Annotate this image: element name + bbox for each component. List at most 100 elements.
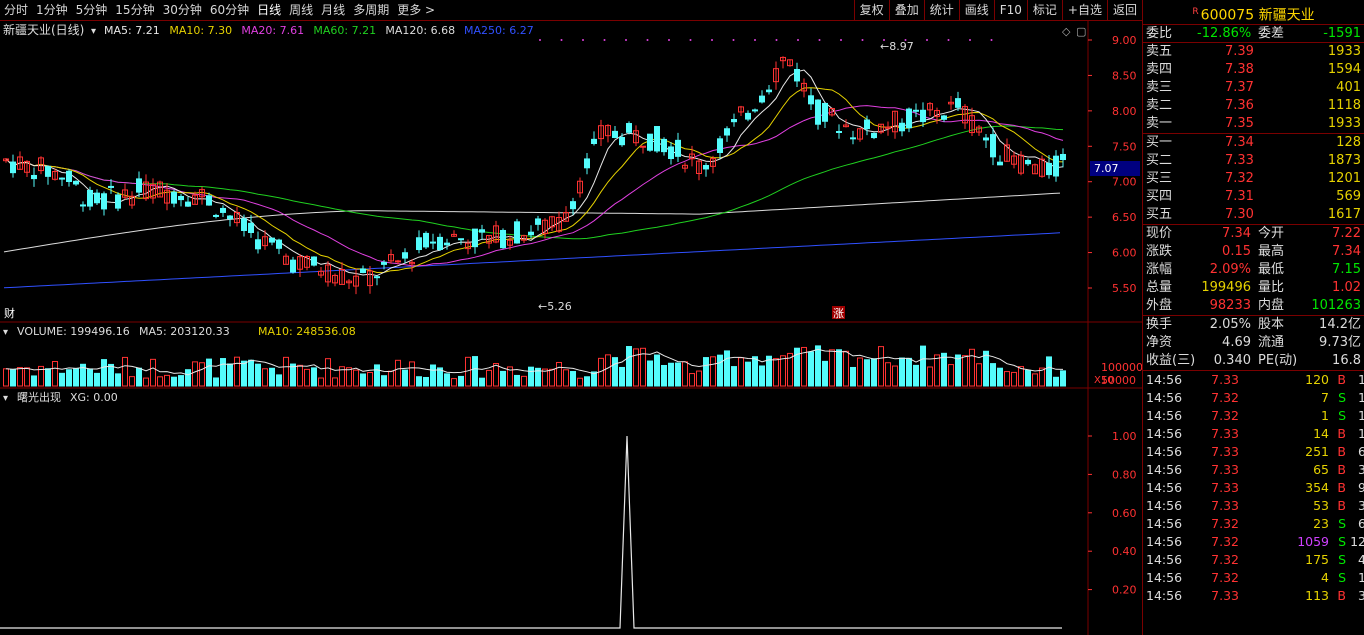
trade-side: B	[1337, 444, 1346, 459]
stock-header: R 600075 新疆天业	[1143, 0, 1364, 25]
volume-bar	[444, 373, 450, 387]
trade-row: 14:56 7.33 65 B3	[1143, 461, 1364, 479]
order-label: 卖二	[1146, 98, 1173, 113]
volume-bar	[430, 364, 436, 387]
candle-body	[752, 109, 758, 112]
period-tab-6[interactable]: 日线	[253, 0, 285, 21]
candle-body	[101, 193, 107, 210]
candle-body	[444, 242, 450, 246]
trade-time: 14:56	[1146, 498, 1183, 513]
volume-bar	[129, 376, 135, 387]
volume-bar	[703, 357, 709, 387]
fundamental-stats: 换手 2.05% 股本 14.2亿 净资 4.69 流通 9.73亿 收益(三) 0.340 PE(…	[1143, 316, 1364, 371]
period-tab-8[interactable]: 月线	[317, 0, 349, 21]
volume-bar	[423, 376, 429, 387]
volume-bar	[24, 367, 30, 387]
toolbar-button-5[interactable]: 标记	[1026, 0, 1062, 21]
volume-bar	[563, 369, 569, 387]
trade-time: 14:56	[1146, 372, 1183, 387]
toolbar-button-0[interactable]: 复权	[853, 0, 889, 21]
price-stats: 现价 7.34 今开 7.22 涨跌 0.15 最高 7.34 涨幅 2.09% 最低 7.15 总量 1…	[1143, 225, 1364, 316]
stat-value: 1.02	[1332, 280, 1361, 295]
period-tab-3[interactable]: 15分钟	[111, 0, 158, 21]
weibi-row: 委比 -12.86% 委差 -1591	[1143, 25, 1364, 43]
candle-body	[381, 261, 387, 265]
chevron-down-icon: ▾	[91, 26, 96, 37]
candle-body	[514, 221, 520, 244]
trade-price: 7.32	[1211, 534, 1239, 549]
stat-label: 最低	[1258, 262, 1285, 277]
volume-bar	[528, 366, 534, 387]
period-tab-7[interactable]: 周线	[285, 0, 317, 21]
stat-value: 7.15	[1332, 262, 1361, 277]
volume-bar	[1004, 371, 1010, 387]
order-price: 7.34	[1225, 135, 1254, 150]
candle-body	[759, 95, 765, 103]
order-label: 买一	[1146, 135, 1173, 150]
stat-label: 涨幅	[1146, 262, 1173, 277]
toolbar-button-4[interactable]: F10	[993, 0, 1027, 21]
period-tab-4[interactable]: 30分钟	[159, 0, 206, 21]
candle-body	[815, 99, 821, 125]
volume-bar	[1032, 373, 1038, 387]
volume-bar	[556, 361, 562, 387]
signal-dot	[926, 39, 928, 41]
candle-body	[276, 239, 282, 249]
trade-price: 7.33	[1211, 498, 1239, 513]
volume-bar	[1011, 371, 1017, 387]
volume-bar	[304, 368, 310, 387]
volume-bar	[262, 368, 268, 387]
volume-bar	[311, 367, 317, 387]
period-tab-1[interactable]: 1分钟	[32, 0, 72, 21]
candle-body	[269, 237, 275, 243]
price-tick-label: 7.00	[1112, 176, 1137, 189]
candle-body	[612, 130, 618, 138]
volume-bar	[682, 361, 688, 387]
period-tab-10[interactable]: 更多 >	[393, 0, 439, 21]
volume-bar	[906, 357, 912, 387]
toolbar-button-7[interactable]: 返回	[1106, 0, 1142, 21]
trade-time: 14:56	[1146, 426, 1183, 441]
price-tick-label: 8.00	[1112, 105, 1137, 118]
period-tab-5[interactable]: 60分钟	[206, 0, 253, 21]
volume-bar	[283, 356, 289, 387]
signal-dot	[840, 39, 842, 41]
volume-bar	[353, 369, 359, 387]
trade-time: 14:56	[1146, 408, 1183, 423]
signal-dot	[560, 39, 563, 41]
candle-body	[850, 137, 856, 140]
toolbar-button-1[interactable]: 叠加	[888, 0, 924, 21]
stat-value: 2.09%	[1209, 262, 1251, 277]
volume-bar	[248, 359, 254, 387]
volume-bar	[318, 377, 324, 387]
chart-area[interactable]: 9.00 8.50 8.00 7.50 7.00 6.50 6.00 5.50 新疆天业(日线)…	[0, 21, 1143, 635]
volume-bar	[773, 358, 779, 387]
order-label: 买四	[1146, 189, 1173, 204]
toolbar-button-3[interactable]: 画线	[958, 0, 994, 21]
stat-value: 0.340	[1213, 353, 1251, 368]
candle-body	[899, 122, 905, 132]
volume-bar	[976, 363, 982, 387]
period-tab-0[interactable]: 分时	[0, 0, 32, 21]
candle-body	[108, 185, 114, 188]
period-tab-9[interactable]: 多周期	[349, 0, 393, 21]
candle-body	[178, 195, 184, 201]
candle-body	[248, 222, 254, 234]
stat-value: 98233	[1209, 298, 1251, 313]
trade-price: 7.33	[1211, 462, 1239, 477]
period-tab-2[interactable]: 5分钟	[72, 0, 112, 21]
kline-chart-svg[interactable]: 9.00 8.50 8.00 7.50 7.00 6.50 6.00 5.50 新疆天业(日线)…	[0, 21, 1143, 635]
candle-body	[654, 126, 660, 152]
signal-dot	[603, 39, 606, 41]
stat-label: 收益(三)	[1146, 353, 1196, 368]
trade-count: 1	[1358, 371, 1364, 389]
stock-code: 600075	[1200, 7, 1255, 24]
candle-body	[591, 138, 597, 144]
candle-body	[416, 237, 422, 251]
toolbar-button-2[interactable]: 统计	[923, 0, 959, 21]
low-price-label: ←5.26	[538, 300, 572, 313]
toolbar-button-6[interactable]: +自选	[1061, 0, 1107, 21]
price-tick-label: 9.00	[1112, 34, 1137, 47]
volume-bar	[514, 374, 520, 387]
trade-row: 14:56 7.32 4S1	[1143, 569, 1364, 587]
